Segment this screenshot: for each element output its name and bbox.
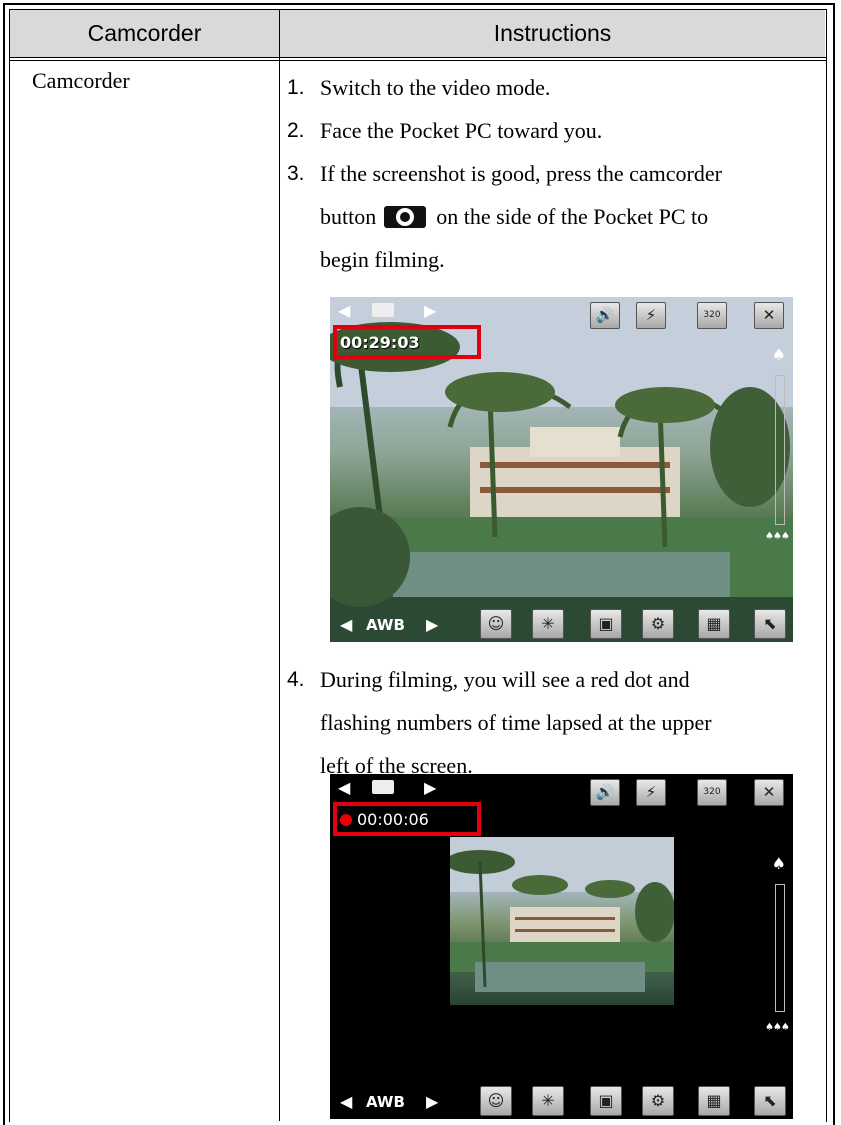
step-text: begin filming. xyxy=(320,247,445,272)
storage-icon[interactable]: ▣ xyxy=(590,609,622,639)
zoom-out-icon[interactable]: ♠♠♠ xyxy=(765,531,790,542)
settings-gear-icon[interactable]: ⚙ xyxy=(642,1086,674,1116)
timer-highlight-box xyxy=(333,325,481,359)
camcorder-screenshot-recording: ◀ ▶ 🔊 ⚡ 320 ✕ 00:00:06 ♠ ♠♠♠ ◀ AWB ▶ ☺ ✳… xyxy=(330,774,793,1119)
zoom-slider[interactable] xyxy=(775,884,785,1012)
step-text: During filming, you will see a red dot a… xyxy=(320,667,690,692)
step-text: Face the Pocket PC toward you. xyxy=(320,118,603,143)
recording-preview-image xyxy=(450,837,674,1005)
header-rule-double xyxy=(9,60,826,61)
next-mode-arrow-icon[interactable]: ▶ xyxy=(424,301,436,320)
header-camcorder: Camcorder xyxy=(87,20,202,46)
zoom-in-icon[interactable]: ♠ xyxy=(772,854,786,873)
step-text: flashing numbers of time lapsed at the u… xyxy=(320,710,712,735)
close-icon[interactable]: ✕ xyxy=(754,302,784,329)
header-rule xyxy=(9,57,826,58)
close-icon[interactable]: ✕ xyxy=(754,779,784,806)
video-camera-icon xyxy=(372,780,394,794)
step-text: If the screenshot is good, press the cam… xyxy=(320,161,722,186)
header-instructions: Instructions xyxy=(493,20,612,46)
resolution-button[interactable]: 320 xyxy=(697,779,727,806)
column-divider xyxy=(279,9,280,1121)
camcorder-screenshot-preview: ◀ ▶ 🔊 ⚡ 320 ✕ 00:29:03 ♠ ♠♠♠ ◀ AWB ▶ ☺ ✳… xyxy=(330,297,793,642)
awb-prev-arrow-icon[interactable]: ◀ xyxy=(340,615,352,634)
step-text: button xyxy=(320,204,377,229)
step-number: 1. xyxy=(287,76,305,99)
mute-icon[interactable]: ⚡ xyxy=(636,779,666,806)
awb-next-arrow-icon[interactable]: ▶ xyxy=(426,615,438,634)
bottom-toolbar: ◀ AWB ▶ ☺ ✳ ▣ ⚙ ▦ ⬉ xyxy=(330,606,793,642)
settings-gear-icon[interactable]: ⚙ xyxy=(642,609,674,639)
next-mode-arrow-icon[interactable]: ▶ xyxy=(424,778,436,797)
awb-next-arrow-icon[interactable]: ▶ xyxy=(426,1092,438,1111)
camera-button-icon xyxy=(384,206,427,228)
step-4: 4. During filming, you will see a red do… xyxy=(287,658,827,787)
exit-icon[interactable]: ⬉ xyxy=(754,1086,786,1116)
palm-scene-photo-small xyxy=(450,837,674,992)
white-balance-label: AWB xyxy=(366,1093,405,1111)
exit-icon[interactable]: ⬉ xyxy=(754,609,786,639)
step-number: 4. xyxy=(287,668,305,691)
step-number: 2. xyxy=(287,119,305,142)
awb-prev-arrow-icon[interactable]: ◀ xyxy=(340,1092,352,1111)
step-number: 3. xyxy=(287,162,305,185)
brightness-icon[interactable]: ✳ xyxy=(532,1086,564,1116)
zoom-slider[interactable] xyxy=(775,375,785,525)
mute-icon[interactable]: ⚡ xyxy=(636,302,666,329)
step-3: 3. If the screenshot is good, press the … xyxy=(287,152,827,281)
portrait-mode-icon[interactable]: ☺ xyxy=(480,1086,512,1116)
zoom-out-icon[interactable]: ♠♠♠ xyxy=(765,1022,790,1033)
zoom-in-icon[interactable]: ♠ xyxy=(772,345,786,364)
instructions-list-continued: 4. During filming, you will see a red do… xyxy=(287,658,827,787)
portrait-mode-icon[interactable]: ☺ xyxy=(480,609,512,639)
grid-view-icon[interactable]: ▦ xyxy=(698,609,730,639)
bottom-toolbar: ◀ AWB ▶ ☺ ✳ ▣ ⚙ ▦ ⬉ xyxy=(330,1083,793,1119)
instructions-list: 1. Switch to the video mode. 2. Face the… xyxy=(287,66,827,281)
storage-icon[interactable]: ▣ xyxy=(590,1086,622,1116)
grid-view-icon[interactable]: ▦ xyxy=(698,1086,730,1116)
step-2: 2. Face the Pocket PC toward you. xyxy=(287,109,827,152)
timer-highlight-box xyxy=(333,802,481,836)
video-camera-icon xyxy=(372,303,394,317)
step-text: on the side of the Pocket PC to xyxy=(436,204,709,229)
brightness-icon[interactable]: ✳ xyxy=(532,609,564,639)
speaker-icon[interactable]: 🔊 xyxy=(590,302,620,329)
speaker-icon[interactable]: 🔊 xyxy=(590,779,620,806)
step-text: Switch to the video mode. xyxy=(320,75,551,100)
prev-mode-arrow-icon[interactable]: ◀ xyxy=(338,778,350,797)
step-1: 1. Switch to the video mode. xyxy=(287,66,827,109)
resolution-button[interactable]: 320 xyxy=(697,302,727,329)
white-balance-label: AWB xyxy=(366,616,405,634)
prev-mode-arrow-icon[interactable]: ◀ xyxy=(338,301,350,320)
row-label: Camcorder xyxy=(32,68,130,93)
